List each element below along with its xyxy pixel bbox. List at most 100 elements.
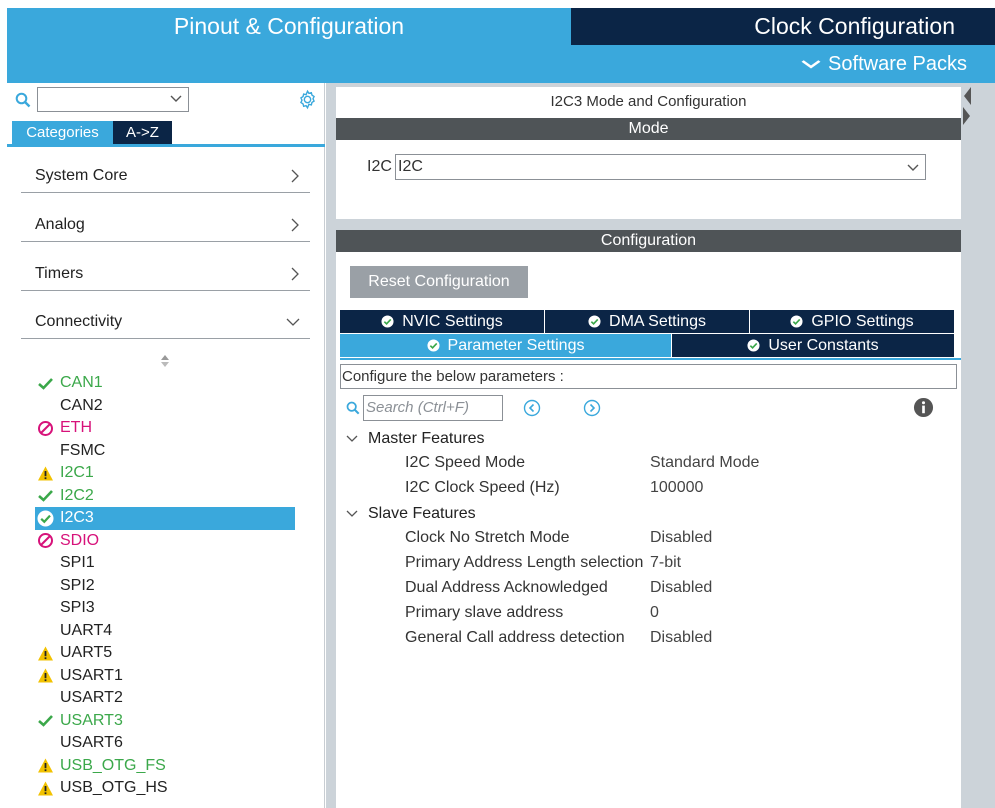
peripheral-i2c1[interactable]: I2C1 [35, 462, 297, 485]
param-primary-address-length[interactable]: Primary Address Length selection 7-bit [405, 551, 945, 575]
param-i2c-clock-speed[interactable]: I2C Clock Speed (Hz) 100000 [405, 476, 945, 500]
peripheral-spi3[interactable]: SPI3 [35, 597, 297, 620]
tab-label: NVIC Settings [402, 312, 503, 330]
peripheral-i2c3[interactable]: I2C3 [35, 507, 295, 530]
param-name: I2C Clock Speed (Hz) [405, 479, 560, 496]
info-icon[interactable] [913, 397, 934, 418]
peripheral-can2[interactable]: CAN2 [35, 395, 297, 418]
collapse-arrows-icon[interactable] [962, 86, 972, 126]
tab-dma-settings[interactable]: DMA Settings [545, 310, 749, 333]
category-label: Timers [35, 265, 84, 282]
peripheral-eth[interactable]: ETH [35, 417, 297, 440]
chevron-right-icon [291, 267, 299, 281]
peripheral-can1[interactable]: CAN1 [35, 372, 297, 395]
param-primary-slave-address[interactable]: Primary slave address 0 [405, 601, 945, 625]
category-analog[interactable]: Analog [21, 209, 310, 242]
peripheral-label: SPI2 [60, 576, 95, 594]
param-value[interactable]: 0 [650, 604, 659, 622]
gear-icon[interactable] [297, 89, 318, 110]
warning-icon [38, 646, 53, 661]
peripheral-label: I2C2 [60, 486, 94, 504]
settings-tabs-row-1: NVIC Settings DMA Settings GPIO Settings [340, 310, 955, 333]
param-value[interactable]: Disabled [650, 629, 712, 647]
category-timers[interactable]: Timers [21, 258, 310, 291]
peripheral-spi1[interactable]: SPI1 [35, 552, 297, 575]
chevron-down-icon [346, 435, 358, 442]
previous-match-icon[interactable] [523, 399, 541, 417]
tab-label: DMA Settings [609, 312, 706, 330]
chevron-down-icon [346, 510, 358, 517]
peripheral-uart5[interactable]: UART5 [35, 642, 297, 665]
top-tab-bar: Pinout & Configuration Clock Configurati… [7, 8, 995, 45]
peripheral-label: USART3 [60, 711, 123, 729]
param-dual-address-acknowledged[interactable]: Dual Address Acknowledged Disabled [405, 576, 945, 600]
tab-pinout-configuration[interactable]: Pinout & Configuration [7, 8, 571, 45]
check-icon [38, 490, 53, 503]
tab-categories[interactable]: Categories [12, 121, 113, 144]
param-general-call-detection[interactable]: General Call address detection Disabled [405, 626, 945, 650]
mode-header: Mode [336, 118, 961, 140]
configuration-description: Configure the below parameters : [340, 364, 957, 389]
parameter-search-input[interactable]: Search (Ctrl+F) [363, 395, 503, 421]
chevron-right-icon [291, 169, 299, 183]
param-i2c-speed-mode[interactable]: I2C Speed Mode Standard Mode [405, 451, 945, 475]
software-packs-button[interactable]: Software Packs [7, 45, 995, 83]
warning-icon [38, 668, 53, 683]
peripheral-usart6[interactable]: USART6 [35, 732, 297, 755]
group-slave-features[interactable]: Slave Features [346, 505, 476, 523]
peripheral-usart1[interactable]: USART1 [35, 665, 297, 688]
reset-configuration-button[interactable]: Reset Configuration [350, 266, 528, 298]
peripheral-sdio[interactable]: SDIO [35, 530, 297, 553]
peripheral-uart4[interactable]: UART4 [35, 620, 297, 643]
param-value[interactable]: Disabled [650, 579, 712, 597]
tab-clock-configuration[interactable]: Clock Configuration [571, 8, 995, 45]
param-name: Dual Address Acknowledged [405, 579, 608, 596]
param-clock-no-stretch-mode[interactable]: Clock No Stretch Mode Disabled [405, 526, 945, 550]
param-value[interactable]: 7-bit [650, 554, 681, 572]
peripheral-fsmc[interactable]: FSMC [35, 440, 297, 463]
tab-user-constants[interactable]: User Constants [672, 334, 954, 357]
peripheral-usart2[interactable]: USART2 [35, 687, 297, 710]
category-label: Connectivity [35, 313, 123, 330]
warning-icon [38, 758, 53, 773]
peripheral-label: UART4 [60, 621, 113, 639]
tab-underline [340, 358, 961, 360]
search-combobox[interactable] [37, 87, 189, 112]
i2c-mode-select[interactable]: I2C [395, 154, 926, 180]
tab-label: GPIO Settings [811, 312, 914, 330]
peripheral-i2c2[interactable]: I2C2 [35, 485, 297, 508]
peripheral-usb-otg-fs[interactable]: USB_OTG_FS [35, 755, 297, 778]
peripheral-spi2[interactable]: SPI2 [35, 575, 297, 598]
peripheral-label: SPI3 [60, 599, 95, 617]
peripheral-label: I2C1 [60, 464, 94, 482]
param-value[interactable]: 100000 [650, 479, 703, 497]
chevron-down-icon [286, 318, 300, 326]
tab-parameter-settings[interactable]: Parameter Settings [340, 334, 671, 357]
check-circle-icon [37, 510, 54, 527]
param-name: Clock No Stretch Mode [405, 529, 570, 546]
next-match-icon[interactable] [583, 399, 601, 417]
category-connectivity[interactable]: Connectivity [21, 306, 310, 339]
peripheral-usart3[interactable]: USART3 [35, 710, 297, 733]
peripheral-list: CAN1 CAN2 ETH FSMC I2C1 I2C2 I2C3 SDIO SPI1 SPI2 S… [35, 372, 297, 800]
disabled-icon [38, 420, 53, 436]
peripheral-label: USB_OTG_FS [60, 756, 166, 774]
tab-label: User Constants [768, 336, 879, 354]
search-icon [346, 401, 360, 415]
category-label: Analog [35, 216, 85, 233]
tab-a-to-z[interactable]: A->Z [113, 121, 172, 144]
group-master-features[interactable]: Master Features [346, 430, 484, 448]
param-name: General Call address detection [405, 629, 625, 646]
sort-arrows-icon[interactable] [160, 354, 170, 368]
category-tabs-underline [7, 144, 325, 147]
tab-nvic-settings[interactable]: NVIC Settings [340, 310, 544, 333]
configuration-header: Configuration [336, 230, 961, 252]
peripheral-usb-otg-hs[interactable]: USB_OTG_HS [35, 777, 297, 800]
param-name: I2C Speed Mode [405, 454, 526, 471]
category-system-core[interactable]: System Core [21, 160, 310, 193]
param-name: Primary Address Length selection [405, 554, 644, 571]
param-value[interactable]: Standard Mode [650, 454, 759, 472]
param-value[interactable]: Disabled [650, 529, 712, 547]
tab-gpio-settings[interactable]: GPIO Settings [750, 310, 954, 333]
tab-label: Parameter Settings [447, 336, 585, 354]
